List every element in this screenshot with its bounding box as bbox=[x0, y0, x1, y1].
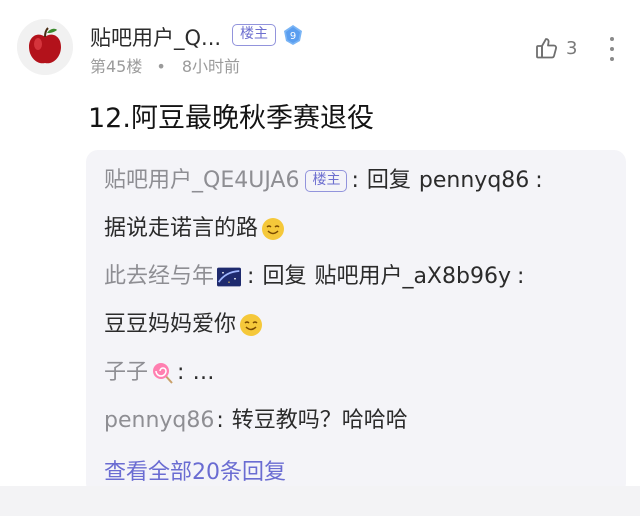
reply-prefix: 回复 bbox=[366, 168, 411, 193]
colon: : bbox=[351, 168, 359, 193]
bottom-divider bbox=[0, 486, 640, 516]
colon: : bbox=[247, 264, 255, 289]
more-options-icon[interactable] bbox=[604, 34, 620, 64]
floor-number: 第45楼 bbox=[90, 57, 143, 76]
reply-item[interactable]: 子子 : … bbox=[104, 358, 214, 388]
reply-text: … bbox=[192, 360, 215, 385]
level-badge: 9 bbox=[281, 23, 305, 47]
reply-item[interactable]: 贴吧用户_QE4UJA6 楼主 : 回复 pennyq86 : bbox=[104, 166, 543, 196]
post-time: 8小时前 bbox=[181, 57, 240, 76]
reply-list: 贴吧用户_QE4UJA6 楼主 : 回复 pennyq86 : 据说走诺言的路 … bbox=[86, 150, 626, 495]
reply-author[interactable]: 此去经与年 bbox=[104, 262, 214, 292]
reply-target[interactable]: pennyq86 bbox=[419, 166, 529, 196]
smile-emoji-icon bbox=[261, 217, 285, 241]
lollipop-emoji-icon bbox=[151, 361, 175, 385]
owner-badge: 楼主 bbox=[305, 170, 348, 192]
apple-icon bbox=[17, 19, 73, 75]
colon: : bbox=[516, 264, 525, 289]
reply-text: 转豆教吗？哈哈哈 bbox=[231, 408, 408, 433]
reply-author[interactable]: pennyq86 bbox=[104, 406, 214, 436]
comment-text: 12.阿豆最晚秋季赛退役 bbox=[88, 103, 374, 134]
colon: : bbox=[177, 360, 185, 385]
view-all-replies-link[interactable]: 查看全部20条回复 bbox=[104, 454, 286, 486]
reply-text: 据说走诺言的路 bbox=[104, 216, 259, 241]
reply-text: 豆豆妈妈爱你 bbox=[104, 312, 237, 337]
reply-item[interactable]: 此去经与年 : 回复 贴吧用户_aX8b96y : bbox=[104, 262, 524, 292]
reply-prefix: 回复 bbox=[262, 264, 307, 289]
smile-emoji-icon bbox=[239, 313, 263, 337]
colon: : bbox=[216, 408, 224, 433]
reply-author[interactable]: 贴吧用户_QE4UJA6 bbox=[104, 166, 299, 196]
thumbs-up-icon bbox=[536, 38, 558, 59]
level-number: 9 bbox=[290, 31, 296, 42]
meta-separator-dot: • bbox=[156, 57, 166, 76]
reply-target[interactable]: 贴吧用户_aX8b96y bbox=[314, 262, 511, 292]
like-count: 3 bbox=[566, 37, 578, 59]
colon: : bbox=[535, 168, 543, 193]
night-sky-emoji-icon bbox=[217, 265, 245, 289]
author-name[interactable]: 贴吧用户_Q... bbox=[90, 22, 221, 52]
post-meta: 第45楼 • 8小时前 bbox=[90, 53, 240, 77]
reply-author[interactable]: 子子 bbox=[104, 358, 148, 388]
reply-text-line: 豆豆妈妈爱你 bbox=[104, 310, 263, 340]
reply-text-line: 据说走诺言的路 bbox=[104, 214, 285, 244]
reply-item[interactable]: pennyq86 : 转豆教吗？哈哈哈 bbox=[104, 406, 408, 436]
like-button[interactable]: 3 bbox=[534, 34, 577, 62]
avatar[interactable] bbox=[17, 19, 73, 75]
owner-badge: 楼主 bbox=[232, 24, 276, 46]
